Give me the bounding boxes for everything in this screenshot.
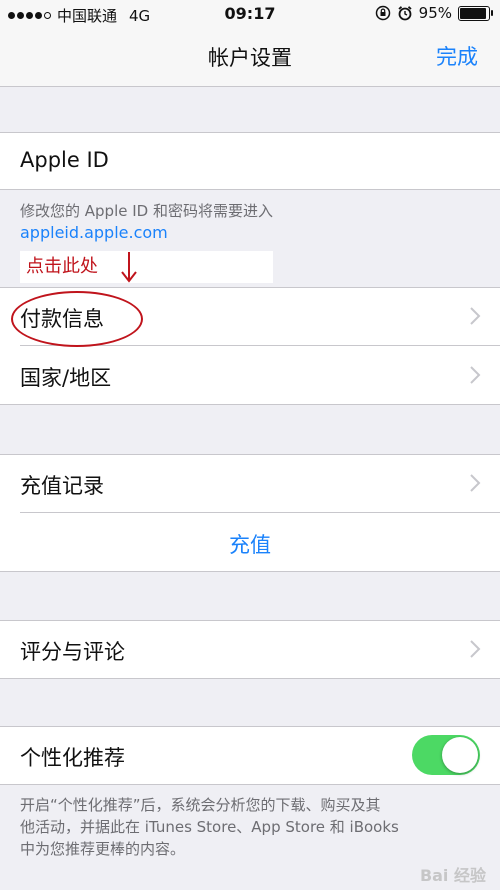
- battery-percent: 95%: [418, 4, 452, 22]
- page-title: 帐户设置: [208, 46, 292, 70]
- purchase-history-row[interactable]: 充值记录: [0, 454, 500, 513]
- personalization-note-line: 开启“个性化推荐”后，系统会分析您的下载、购买及其: [20, 796, 381, 814]
- purchase-history-label: 充值记录: [20, 474, 104, 498]
- ratings-reviews-row[interactable]: 评分与评论: [0, 620, 500, 679]
- country-region-label: 国家/地区: [20, 366, 112, 390]
- personalization-footnote: 开启“个性化推荐”后，系统会分析您的下载、购买及其 他活动，并据此在 iTune…: [20, 794, 399, 860]
- battery-icon: [458, 5, 493, 21]
- annotation-arrow-icon: [121, 252, 137, 283]
- rotation-lock-icon: [375, 5, 390, 21]
- watermark: Bai 经验: [419, 866, 486, 885]
- annotation-circle: [11, 291, 143, 347]
- navigation-bar: 帐户设置 完成: [0, 28, 500, 87]
- chevron-right-icon: [470, 474, 481, 492]
- country-region-row[interactable]: 国家/地区: [0, 346, 500, 405]
- done-button[interactable]: 完成: [436, 41, 478, 71]
- apple-id-link[interactable]: appleid.apple.com: [20, 222, 273, 244]
- apple-id-note: 修改您的 Apple ID 和密码将需要进入: [20, 202, 273, 220]
- personalization-note-line: 他活动，并据此在 iTunes Store、App Store 和 iBooks: [20, 818, 399, 836]
- toggle-knob: [442, 737, 478, 773]
- apple-id-footnote: 修改您的 Apple ID 和密码将需要进入 appleid.apple.com: [20, 200, 273, 244]
- battery-fill: [460, 7, 486, 19]
- chevron-right-icon: [470, 366, 481, 384]
- chevron-right-icon: [470, 640, 481, 658]
- personalization-note-line: 中为您推荐更棒的内容。: [20, 840, 186, 858]
- ratings-reviews-label: 评分与评论: [20, 640, 125, 664]
- status-bar: 中国联通 4G 09:17 95%: [0, 0, 500, 28]
- topup-button[interactable]: 充值: [0, 529, 500, 559]
- personalized-recommendations-toggle[interactable]: [412, 735, 480, 775]
- chevron-right-icon: [470, 307, 481, 325]
- apple-id-label: Apple ID: [20, 148, 109, 172]
- annotation-text: 点击此处: [26, 256, 98, 277]
- apple-id-row[interactable]: Apple ID: [0, 132, 500, 190]
- personalized-recommendations-label: 个性化推荐: [20, 746, 125, 770]
- personalized-recommendations-row: 个性化推荐: [0, 726, 500, 785]
- alarm-icon: [398, 6, 412, 21]
- topup-row[interactable]: 充值: [0, 513, 500, 572]
- status-right: 95%: [375, 4, 493, 22]
